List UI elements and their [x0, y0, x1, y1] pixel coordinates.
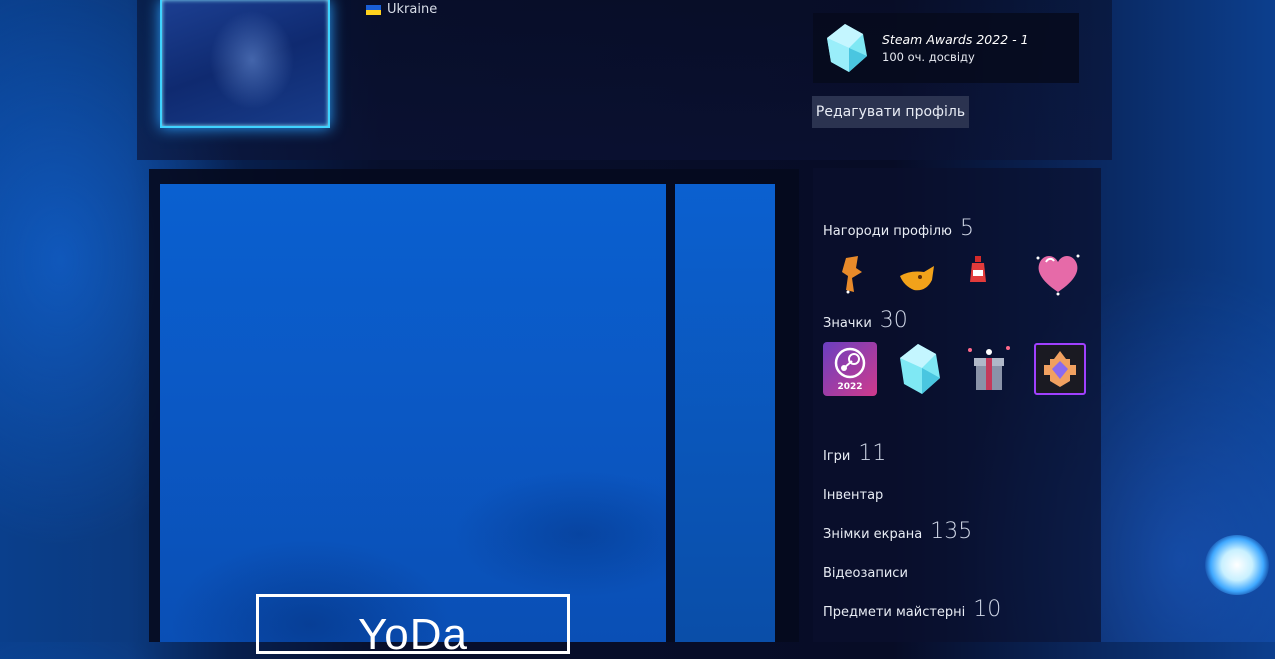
- artwork-title: YoDa: [357, 610, 469, 659]
- award-title: Steam Awards 2022 - 1: [882, 32, 1029, 47]
- badge-year: 2022: [837, 382, 863, 392]
- artwork-main[interactable]: [160, 184, 666, 642]
- crystal-icon: [827, 24, 867, 72]
- award-dog-icon[interactable]: [896, 260, 938, 296]
- screenshots-count: 135: [930, 519, 973, 544]
- crystal-badge-icon[interactable]: [896, 342, 944, 396]
- gift-badge-icon[interactable]: [964, 342, 1014, 396]
- artwork-side[interactable]: [675, 184, 775, 642]
- award-xp: 100 оч. досвіду: [882, 50, 975, 64]
- steam-logo-icon: [834, 347, 866, 379]
- workshop-count: 10: [973, 597, 1002, 622]
- games-link[interactable]: Ігри 11: [823, 441, 886, 466]
- level-badge[interactable]: [1034, 343, 1086, 395]
- inventory-link[interactable]: Інвентар: [823, 488, 883, 503]
- workshop-link[interactable]: Предмети майстерні 10: [823, 597, 1001, 622]
- awards-count: 5: [959, 216, 974, 241]
- decorative-glow: [1205, 535, 1269, 595]
- videos-label: Відеозаписи: [823, 566, 908, 581]
- profile-location: Ukraine: [366, 2, 437, 17]
- games-count: 11: [858, 441, 887, 466]
- screenshots-link[interactable]: Знімки екрана 135: [823, 519, 972, 544]
- country-label: Ukraine: [387, 2, 438, 17]
- games-label: Ігри: [823, 449, 851, 464]
- ukraine-flag-icon: [366, 4, 381, 15]
- steam-2022-badge[interactable]: 2022: [823, 342, 877, 396]
- inventory-label: Інвентар: [823, 488, 884, 503]
- profile-awards-link[interactable]: Нагороди профілю 5: [823, 216, 974, 241]
- awards-label: Нагороди профілю: [823, 224, 952, 239]
- badges-count: 30: [879, 308, 908, 333]
- badges-link[interactable]: Значки 30: [823, 308, 908, 333]
- artwork-title-box: YoDa: [256, 594, 570, 659]
- award-bottle-icon[interactable]: [966, 254, 990, 286]
- avatar[interactable]: [160, 0, 330, 128]
- award-figure-icon[interactable]: [836, 254, 868, 296]
- workshop-label: Предмети майстерні: [823, 605, 966, 620]
- award-heart-icon[interactable]: [1032, 250, 1084, 296]
- edit-profile-button[interactable]: Редагувати профіль: [812, 96, 969, 128]
- pixel-tree-icon: [1044, 351, 1076, 387]
- badges-label: Значки: [823, 316, 872, 331]
- screenshots-label: Знімки екрана: [823, 527, 923, 542]
- videos-link[interactable]: Відеозаписи: [823, 566, 908, 581]
